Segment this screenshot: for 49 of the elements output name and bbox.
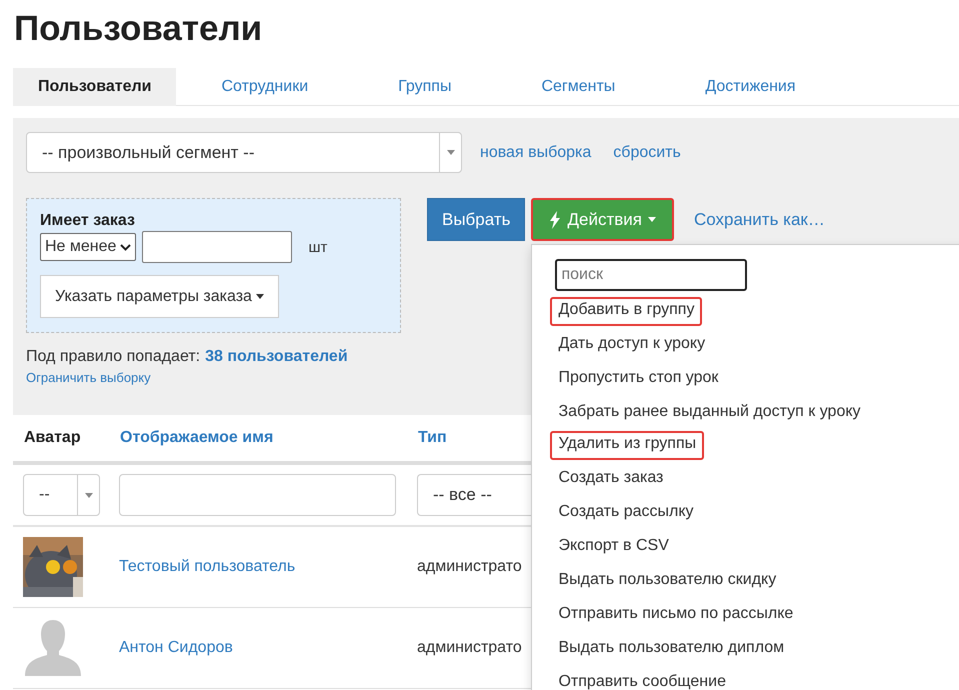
page-title: Пользователи (13, 8, 264, 50)
menu-item[interactable]: Пропустить стоп урок (550, 365, 726, 394)
tab[interactable]: Группы (353, 68, 496, 106)
caret-icon (446, 150, 454, 155)
user-type-cell-text: администрато (417, 639, 523, 657)
unit-label: шт (308, 238, 328, 256)
avatar-filter-select[interactable]: -- (23, 474, 100, 516)
order-params-button[interactable]: Указать параметры заказа (40, 275, 279, 318)
column-header[interactable]: Отображаемое имя (120, 429, 418, 447)
limit-link[interactable]: Ограничить выборку (26, 370, 151, 385)
menu-item[interactable]: Отправить письмо по рассылке (550, 601, 802, 630)
menu-item[interactable]: Добавить в группу (550, 297, 702, 326)
menu-item[interactable]: Удалить из группы (550, 431, 704, 460)
user-name-link[interactable]: Тестовый пользователь (119, 558, 417, 576)
chevron-down-icon (120, 244, 132, 250)
comparator-select[interactable]: Не менее (40, 233, 136, 261)
menu-item[interactable]: Экспорт в CSV (550, 533, 677, 562)
segment-select[interactable]: -- произвольный сегмент -- (26, 132, 462, 173)
menu-item[interactable]: Создать рассылку (550, 499, 702, 528)
menu-item[interactable]: Отправить сообщение (550, 669, 734, 690)
menu-item[interactable]: Забрать ранее выданный доступ к уроку (550, 399, 869, 428)
condition-title: Имеет заказ (40, 212, 136, 230)
match-count-link[interactable]: 38 пользователей (205, 348, 348, 366)
type-filter-select[interactable]: -- все -- (417, 474, 531, 516)
tab[interactable]: Пользователи (13, 68, 176, 106)
user-name-link[interactable]: Антон Сидоров (119, 639, 417, 657)
lightning-icon (549, 210, 562, 228)
user-type-cell-text: администрато (417, 558, 523, 576)
caret-icon (84, 492, 92, 498)
menu-item[interactable]: Выдать пользователю диплом (550, 635, 792, 664)
column-header[interactable]: Тип (418, 429, 531, 447)
segment-link[interactable]: новая выборка (480, 144, 592, 162)
name-filter-field[interactable] (119, 474, 396, 516)
tab[interactable]: Сотрудники (176, 68, 354, 106)
caret-icon (256, 294, 264, 299)
caret-icon (648, 217, 656, 222)
match-label: Под правило попадает: (26, 348, 200, 366)
menu-item[interactable]: Выдать пользователю скидку (550, 567, 784, 596)
user-silhouette-icon (23, 620, 83, 676)
menu-item[interactable]: Дать доступ к уроку (550, 331, 714, 360)
tab[interactable]: Достижения (660, 68, 841, 106)
column-header: Аватар (24, 429, 82, 447)
menu-item[interactable]: Создать заказ (550, 465, 672, 494)
tab[interactable]: Сегменты (496, 68, 660, 106)
segment-link[interactable]: сбросить (613, 144, 681, 162)
amount-field[interactable] (142, 231, 292, 263)
select-button[interactable]: Выбрать (427, 198, 526, 241)
menu-search-field[interactable]: поиск (555, 259, 748, 291)
save-as-link[interactable]: Сохранить как… (694, 210, 825, 230)
